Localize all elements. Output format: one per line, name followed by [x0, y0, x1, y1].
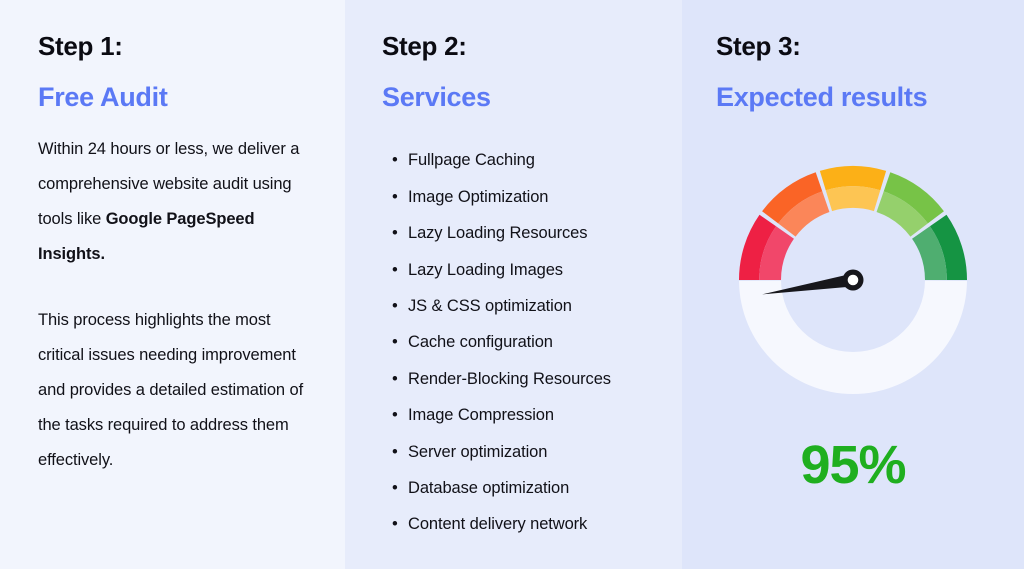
bullet-icon: •	[392, 333, 398, 352]
service-label: Image Compression	[408, 406, 554, 425]
service-label: Image Optimization	[408, 187, 549, 206]
service-list-item: • Content delivery network	[392, 506, 645, 542]
bullet-icon: •	[392, 442, 398, 461]
step-1-label: Step 1:	[38, 31, 123, 61]
service-label: Cache configuration	[408, 333, 553, 352]
service-label: Fullpage Caching	[408, 151, 535, 170]
service-list-item: • Server optimization	[392, 434, 645, 470]
bullet-icon: •	[392, 296, 398, 315]
step-2-title: Services	[382, 81, 491, 112]
service-label: JS & CSS optimization	[408, 296, 572, 315]
step-2-label: Step 2:	[382, 31, 467, 61]
step-3-title: Expected results	[716, 81, 928, 112]
expected-score-value: 95%	[800, 435, 906, 495]
service-label: Database optimization	[408, 478, 570, 497]
step-1-paragraph-2: This process highlights the most critica…	[38, 311, 304, 470]
service-list-item: • Lazy Loading Images	[392, 252, 645, 288]
gauge-segment-average-inner	[825, 186, 881, 212]
gauge-track	[739, 280, 967, 395]
service-label: Render-Blocking Resources	[408, 369, 611, 388]
gauge-needle-hub-center	[847, 274, 859, 286]
infographic-container: Step 1: Free Audit Within 24 hours or le…	[0, 0, 1024, 569]
step-2-column: Step 2: Services • Fullpage Caching • Image…	[345, 0, 682, 569]
bullet-icon: •	[392, 406, 398, 425]
bullet-icon: •	[392, 224, 398, 243]
step-3-column: Step 3: Expected results 95%	[682, 0, 1024, 569]
service-list-item: • Lazy Loading Resources	[392, 215, 645, 251]
gauge-chart	[682, 150, 1024, 400]
bullet-icon: •	[392, 187, 398, 206]
service-list-item: • Render-Blocking Resources	[392, 361, 645, 397]
service-list-item: • JS & CSS optimization	[392, 288, 645, 324]
bullet-icon: •	[392, 151, 398, 170]
service-list-item: • Database optimization	[392, 470, 645, 506]
step-3-label: Step 3:	[716, 31, 801, 61]
bullet-icon: •	[392, 260, 398, 279]
step-1-paragraph-1: Within 24 hours or less, we deliver a co…	[38, 112, 307, 272]
service-label: Lazy Loading Images	[408, 260, 563, 279]
bullet-icon: •	[392, 515, 398, 534]
service-label: Content delivery network	[408, 515, 588, 534]
service-list-item: • Fullpage Caching	[392, 142, 645, 178]
gauge-svg	[739, 166, 967, 395]
service-list-item: • Cache configuration	[392, 324, 645, 360]
services-list: • Fullpage Caching • Image Optimization • Laz…	[382, 112, 645, 542]
service-label: Server optimization	[408, 442, 548, 461]
bullet-icon: •	[392, 369, 398, 388]
step-1-title: Free Audit	[38, 81, 168, 112]
service-label: Lazy Loading Resources	[408, 224, 588, 243]
step-1-column: Step 1: Free Audit Within 24 hours or le…	[0, 0, 345, 569]
service-list-item: • Image Optimization	[392, 179, 645, 215]
bullet-icon: •	[392, 478, 398, 497]
service-list-item: • Image Compression	[392, 397, 645, 433]
